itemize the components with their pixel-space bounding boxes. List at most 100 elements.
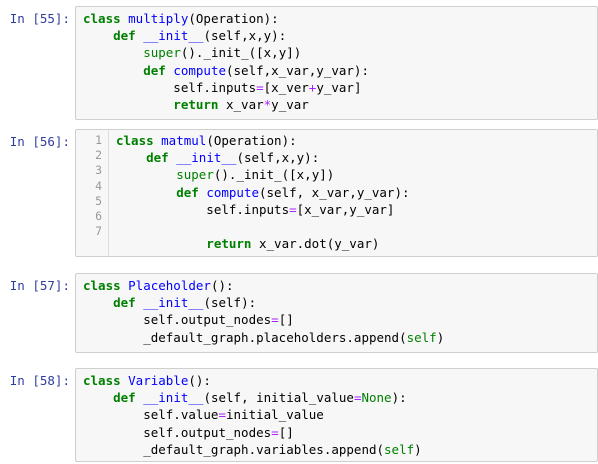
code-line: class Variable(): — [83, 372, 597, 389]
code-token: y_var — [271, 96, 309, 112]
code-token: def — [83, 28, 144, 44]
code-token: = — [256, 79, 264, 95]
code-token: self.inputs — [83, 79, 257, 95]
code-token: __init__ — [176, 150, 237, 166]
code-line: def __init__(self,x,y): — [116, 150, 410, 167]
code-token: (self, x_var,y_var): — [259, 184, 410, 200]
code-token: ) — [414, 441, 422, 457]
code-line: self.output_nodes=[] — [83, 311, 597, 328]
code-token: _init_ — [203, 45, 249, 61]
code-token: __init__ — [143, 390, 204, 406]
code-cell-58[interactable]: In [58]: class Variable(): def __init__(… — [0, 368, 598, 462]
code-line: _default_graph.placeholders.append(self) — [83, 329, 597, 346]
code-cell-56[interactable]: In [56]: 1234567 class matmul(Operation)… — [0, 129, 598, 257]
code-line: self.inputs=[x_var,y_var] — [116, 202, 410, 219]
code-token: = — [271, 312, 279, 328]
code-token: [] — [278, 312, 294, 328]
line-number: 7 — [95, 224, 102, 239]
code-token: x_var — [226, 96, 264, 112]
code-line: return x_var.dot(y_var) — [116, 236, 410, 253]
code-token: ) — [436, 329, 445, 345]
code-line: def compute(self,x_var,y_var): — [83, 62, 597, 79]
code-token: _init_ — [236, 167, 282, 183]
code-token: (self,x,y): — [236, 150, 320, 166]
code-token: [] — [278, 424, 294, 440]
input-prompt: In [56]: — [9, 134, 70, 149]
line-number: 1 — [95, 133, 102, 147]
code-token: (Operation): — [188, 11, 279, 26]
code-token: def — [116, 150, 177, 166]
code-token: = — [218, 407, 226, 423]
code-editor[interactable]: class Variable(): def __init__(self, ini… — [75, 368, 598, 462]
code-token: super — [176, 167, 214, 183]
code-token: [x_var,y_var] — [296, 201, 395, 217]
code-token: (self,x_var,y_var): — [226, 62, 369, 78]
input-prompt: In [55]: — [9, 11, 70, 26]
code-text[interactable]: class Placeholder(): def __init__(self):… — [76, 274, 597, 346]
code-line: self.output_nodes=[] — [83, 424, 597, 441]
code-line: def __init__(self, initial_value=None): — [83, 389, 597, 406]
code-token: (self,x,y): — [203, 28, 287, 44]
line-number-gutter: 1234567 — [76, 130, 109, 256]
code-token: def — [116, 184, 207, 200]
code-token: [x_ver — [263, 79, 309, 95]
code-cell-57[interactable]: In [57]: class Placeholder(): def __init… — [0, 273, 598, 353]
code-token: self.output_nodes — [83, 424, 272, 440]
code-token: class — [83, 11, 129, 26]
code-token: multiply — [128, 11, 189, 26]
line-number: 4 — [95, 178, 102, 193]
code-token: = — [289, 201, 297, 217]
code-line: self.inputs=[x_ver+y_var] — [83, 79, 597, 96]
code-token: return — [116, 236, 259, 252]
code-token: Placeholder — [128, 278, 211, 293]
code-line: return x_var*y_var — [83, 96, 597, 113]
code-token: def — [83, 390, 144, 406]
code-text[interactable]: class multiply(Operation): def __init__(… — [76, 7, 597, 113]
code-token: __init__ — [143, 28, 204, 44]
code-token: x_var.dot(y_var) — [259, 236, 380, 252]
code-line: super()._init_([x,y]) — [116, 167, 410, 184]
code-token: return — [83, 96, 226, 112]
code-token: compute — [206, 184, 259, 200]
code-cell-55[interactable]: In [55]: class multiply(Operation): def … — [0, 6, 598, 120]
code-token: ): — [391, 390, 407, 406]
code-token: ([x,y]) — [281, 167, 335, 183]
code-line: _default_graph.variables.append(self) — [83, 441, 597, 458]
line-number: 5 — [95, 193, 102, 208]
line-number: 6 — [95, 208, 102, 223]
line-number: 2 — [95, 148, 102, 163]
code-token: class — [83, 278, 129, 293]
code-token: __init__ — [143, 295, 204, 311]
code-token: (): — [188, 373, 211, 388]
code-line: def compute(self, x_var,y_var): — [116, 184, 410, 202]
code-token: = — [271, 424, 279, 440]
code-token: Variable — [128, 373, 189, 388]
code-token: None — [361, 390, 392, 406]
code-line: def __init__(self): — [83, 294, 597, 311]
code-token: ([x,y]) — [248, 45, 302, 61]
code-editor[interactable]: 1234567 class matmul(Operation): def __i… — [75, 129, 598, 257]
code-editor[interactable]: class multiply(Operation): def __init__(… — [75, 6, 598, 120]
code-token: (). — [213, 167, 237, 183]
code-line: class matmul(Operation): — [116, 133, 410, 150]
code-token: class — [116, 133, 162, 148]
code-token: self — [406, 329, 437, 345]
code-token: def — [83, 62, 174, 78]
code-text[interactable]: class Variable(): def __init__(self, ini… — [76, 369, 597, 458]
input-prompt: In [57]: — [9, 278, 70, 293]
code-line: class multiply(Operation): — [83, 10, 597, 27]
code-token: (): — [210, 278, 234, 293]
code-line: super()._init_([x,y]) — [83, 44, 597, 61]
code-token: _default_graph.placeholders.append( — [83, 329, 407, 345]
code-token: self.output_nodes — [83, 312, 272, 328]
code-text[interactable]: class matmul(Operation): def __init__(se… — [116, 133, 410, 253]
code-token: (self, initial_value — [203, 390, 354, 406]
code-line: def __init__(self,x,y): — [83, 27, 597, 44]
code-editor[interactable]: class Placeholder(): def __init__(self):… — [75, 273, 598, 353]
code-token: self.inputs — [116, 201, 290, 217]
code-token: self.value — [83, 407, 219, 423]
code-token: (Operation): — [206, 133, 297, 148]
code-line: class Placeholder(): — [83, 277, 597, 294]
code-token: _default_graph.variables.append( — [83, 441, 385, 457]
